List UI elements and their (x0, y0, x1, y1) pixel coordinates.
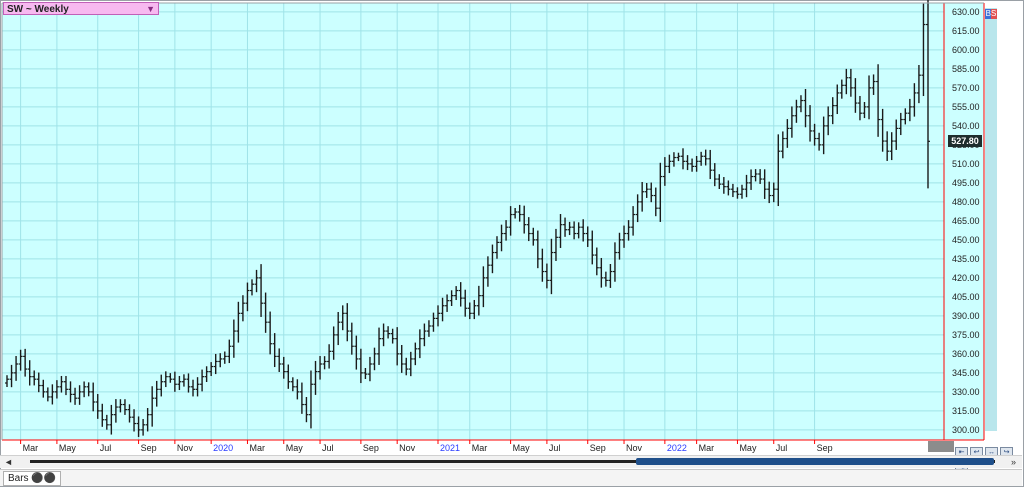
y-tick-label: 600.00 (952, 45, 980, 55)
y-tick-label: 390.00 (952, 311, 980, 321)
x-tick-label: Sep (590, 443, 606, 453)
y-tick-label: 510.00 (952, 159, 980, 169)
y-tick-label: 630.00 (952, 7, 980, 17)
x-tick-label: Nov (177, 443, 194, 453)
y-tick-label: 540.00 (952, 121, 980, 131)
x-tick-label: Mar (23, 443, 39, 453)
y-tick-label: 465.00 (952, 216, 980, 226)
y-tick-label: 435.00 (952, 254, 980, 264)
y-tick-label: 420.00 (952, 273, 980, 283)
y-tick-label: 330.00 (952, 387, 980, 397)
y-tick-label: 615.00 (952, 26, 980, 36)
y-tick-label: 345.00 (952, 368, 980, 378)
bottom-tab-bar: Bars ⚫⚫ (0, 469, 1022, 486)
x-tick-label: May (59, 443, 77, 453)
scroll-thumb[interactable] (636, 458, 994, 465)
symbol-selector[interactable]: SW ~ Weekly ▼ (3, 2, 159, 15)
x-tick-label: Jul (776, 443, 788, 453)
x-tick-label: Jul (100, 443, 112, 453)
x-tick-label: Sep (363, 443, 379, 453)
y-tick-label: 300.00 (952, 425, 980, 435)
x-tick-label: Jul (322, 443, 334, 453)
y-tick-label: 375.00 (952, 330, 980, 340)
horizontal-scrollbar[interactable]: ◄ » (0, 455, 1022, 468)
bs-badge-icon[interactable]: BS (985, 9, 997, 19)
scroll-left-icon[interactable]: ◄ (4, 456, 13, 468)
y-tick-label: 315.00 (952, 406, 980, 416)
x-tick-label: May (286, 443, 304, 453)
y-tick-label: 495.00 (952, 178, 980, 188)
x-tick-label: May (513, 443, 531, 453)
x-tick-label: Sep (817, 443, 833, 453)
x-tick-label: Mar (249, 443, 265, 453)
x-tick-label: Mar (699, 443, 715, 453)
scroll-right-icon[interactable]: » (1011, 456, 1016, 468)
x-tick-label: Nov (626, 443, 643, 453)
dropdown-caret-icon[interactable]: ▼ (146, 3, 155, 16)
scroll-position-marker (928, 441, 954, 452)
right-margin-strip (985, 8, 997, 431)
price-chart: 300.00 315.00 330.00 345.00 360.00 375.00 390.… (1, 0, 985, 453)
x-tick-label: Mar (472, 443, 488, 453)
y-tick-label: 480.00 (952, 197, 980, 207)
x-tick-label: 2022 (667, 443, 687, 453)
symbol-label: SW ~ Weekly (7, 4, 69, 15)
y-tick-label: 450.00 (952, 235, 980, 245)
chart-nav-buttons: ⇤↩↔↪⇥ (955, 441, 1024, 477)
x-axis-labels: Mar May Jul Sep Nov 2020 Mar May Jul Sep Nov 2021 Ma… (20, 440, 833, 453)
y-tick-label: 405.00 (952, 292, 980, 302)
x-tick-label: May (739, 443, 757, 453)
bars-tab[interactable]: Bars ⚫⚫ (3, 471, 62, 486)
x-tick-label: 2021 (440, 443, 460, 453)
last-price-marker: 527.80 (948, 135, 982, 148)
x-tick-label: Jul (549, 443, 561, 453)
y-tick-label: 585.00 (952, 64, 980, 74)
y-tick-label: 360.00 (952, 349, 980, 359)
y-axis-labels: 300.00 315.00 330.00 345.00 360.00 375.00 390.… (952, 7, 980, 435)
y-tick-label: 570.00 (952, 83, 980, 93)
x-tick-label: 2020 (213, 443, 233, 453)
x-tick-label: Sep (141, 443, 157, 453)
y-tick-label: 555.00 (952, 102, 980, 112)
x-tick-label: Nov (399, 443, 416, 453)
